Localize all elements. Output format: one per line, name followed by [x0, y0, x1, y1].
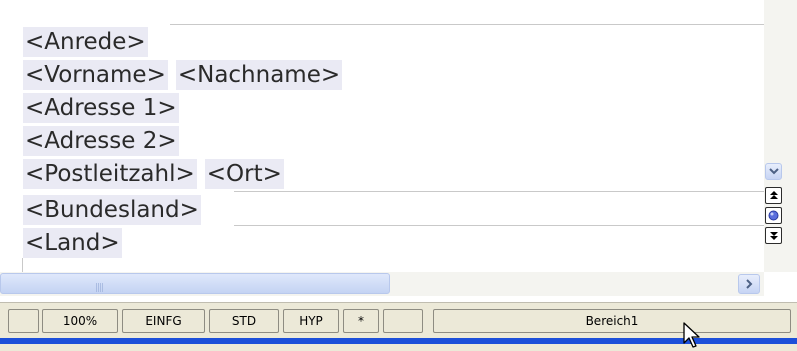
field-adresse-2[interactable]: <Adresse 2>	[23, 126, 179, 156]
circle-icon	[768, 210, 779, 221]
horizontal-scroll-thumb[interactable]	[0, 273, 390, 294]
status-hyperlink-mode[interactable]: HYP	[283, 309, 339, 333]
mouse-pointer-icon	[683, 322, 700, 348]
line-bundesland: <Bundesland>	[23, 195, 201, 225]
status-section[interactable]: Bereich1	[433, 309, 791, 333]
double-down-icon	[769, 232, 778, 240]
field-vorname[interactable]: <Vorname>	[23, 60, 168, 90]
chevron-right-icon	[746, 279, 753, 289]
text-boundary-mid1	[234, 191, 764, 192]
chevron-down-icon	[768, 167, 779, 174]
status-modified: *	[343, 309, 379, 333]
line-adresse2: <Adresse 2>	[23, 126, 179, 156]
scroll-down-button[interactable]	[765, 163, 782, 180]
next-object-button[interactable]	[765, 227, 782, 244]
line-adresse1: <Adresse 1>	[23, 93, 179, 123]
field-nachname[interactable]: <Nachname>	[175, 60, 343, 90]
field-bundesland[interactable]: <Bundesland>	[23, 195, 201, 225]
status-selection-mode[interactable]: STD	[209, 309, 279, 333]
field-anrede[interactable]: <Anrede>	[23, 27, 148, 57]
status-zoom[interactable]: 100%	[42, 309, 118, 333]
line-anrede: <Anrede>	[23, 27, 148, 57]
document-area[interactable]: <Anrede> <Vorname> <Nachname> <Adresse 1…	[0, 0, 764, 272]
field-land[interactable]: <Land>	[23, 228, 122, 258]
field-adresse-1[interactable]: <Adresse 1>	[23, 93, 179, 123]
double-up-icon	[769, 191, 778, 199]
field-ort[interactable]: <Ort>	[204, 159, 284, 189]
status-cell-empty-mid	[383, 309, 423, 333]
line-name: <Vorname> <Nachname>	[23, 60, 343, 90]
text-boundary-mid2	[234, 225, 764, 226]
navigation-button[interactable]	[765, 207, 782, 224]
text-boundary-left	[22, 258, 23, 272]
status-insert-mode[interactable]: EINFG	[122, 309, 205, 333]
line-land: <Land>	[23, 228, 122, 258]
text-boundary-top	[170, 24, 764, 25]
line-plz-ort: <Postleitzahl> <Ort>	[23, 159, 284, 189]
scroll-grip-icon: ||||	[95, 283, 104, 293]
field-postleitzahl[interactable]: <Postleitzahl>	[23, 159, 197, 189]
scroll-right-button[interactable]	[738, 274, 760, 294]
status-cell-empty-left	[8, 309, 39, 333]
bottom-strip	[0, 344, 797, 351]
previous-object-button[interactable]	[765, 187, 782, 204]
